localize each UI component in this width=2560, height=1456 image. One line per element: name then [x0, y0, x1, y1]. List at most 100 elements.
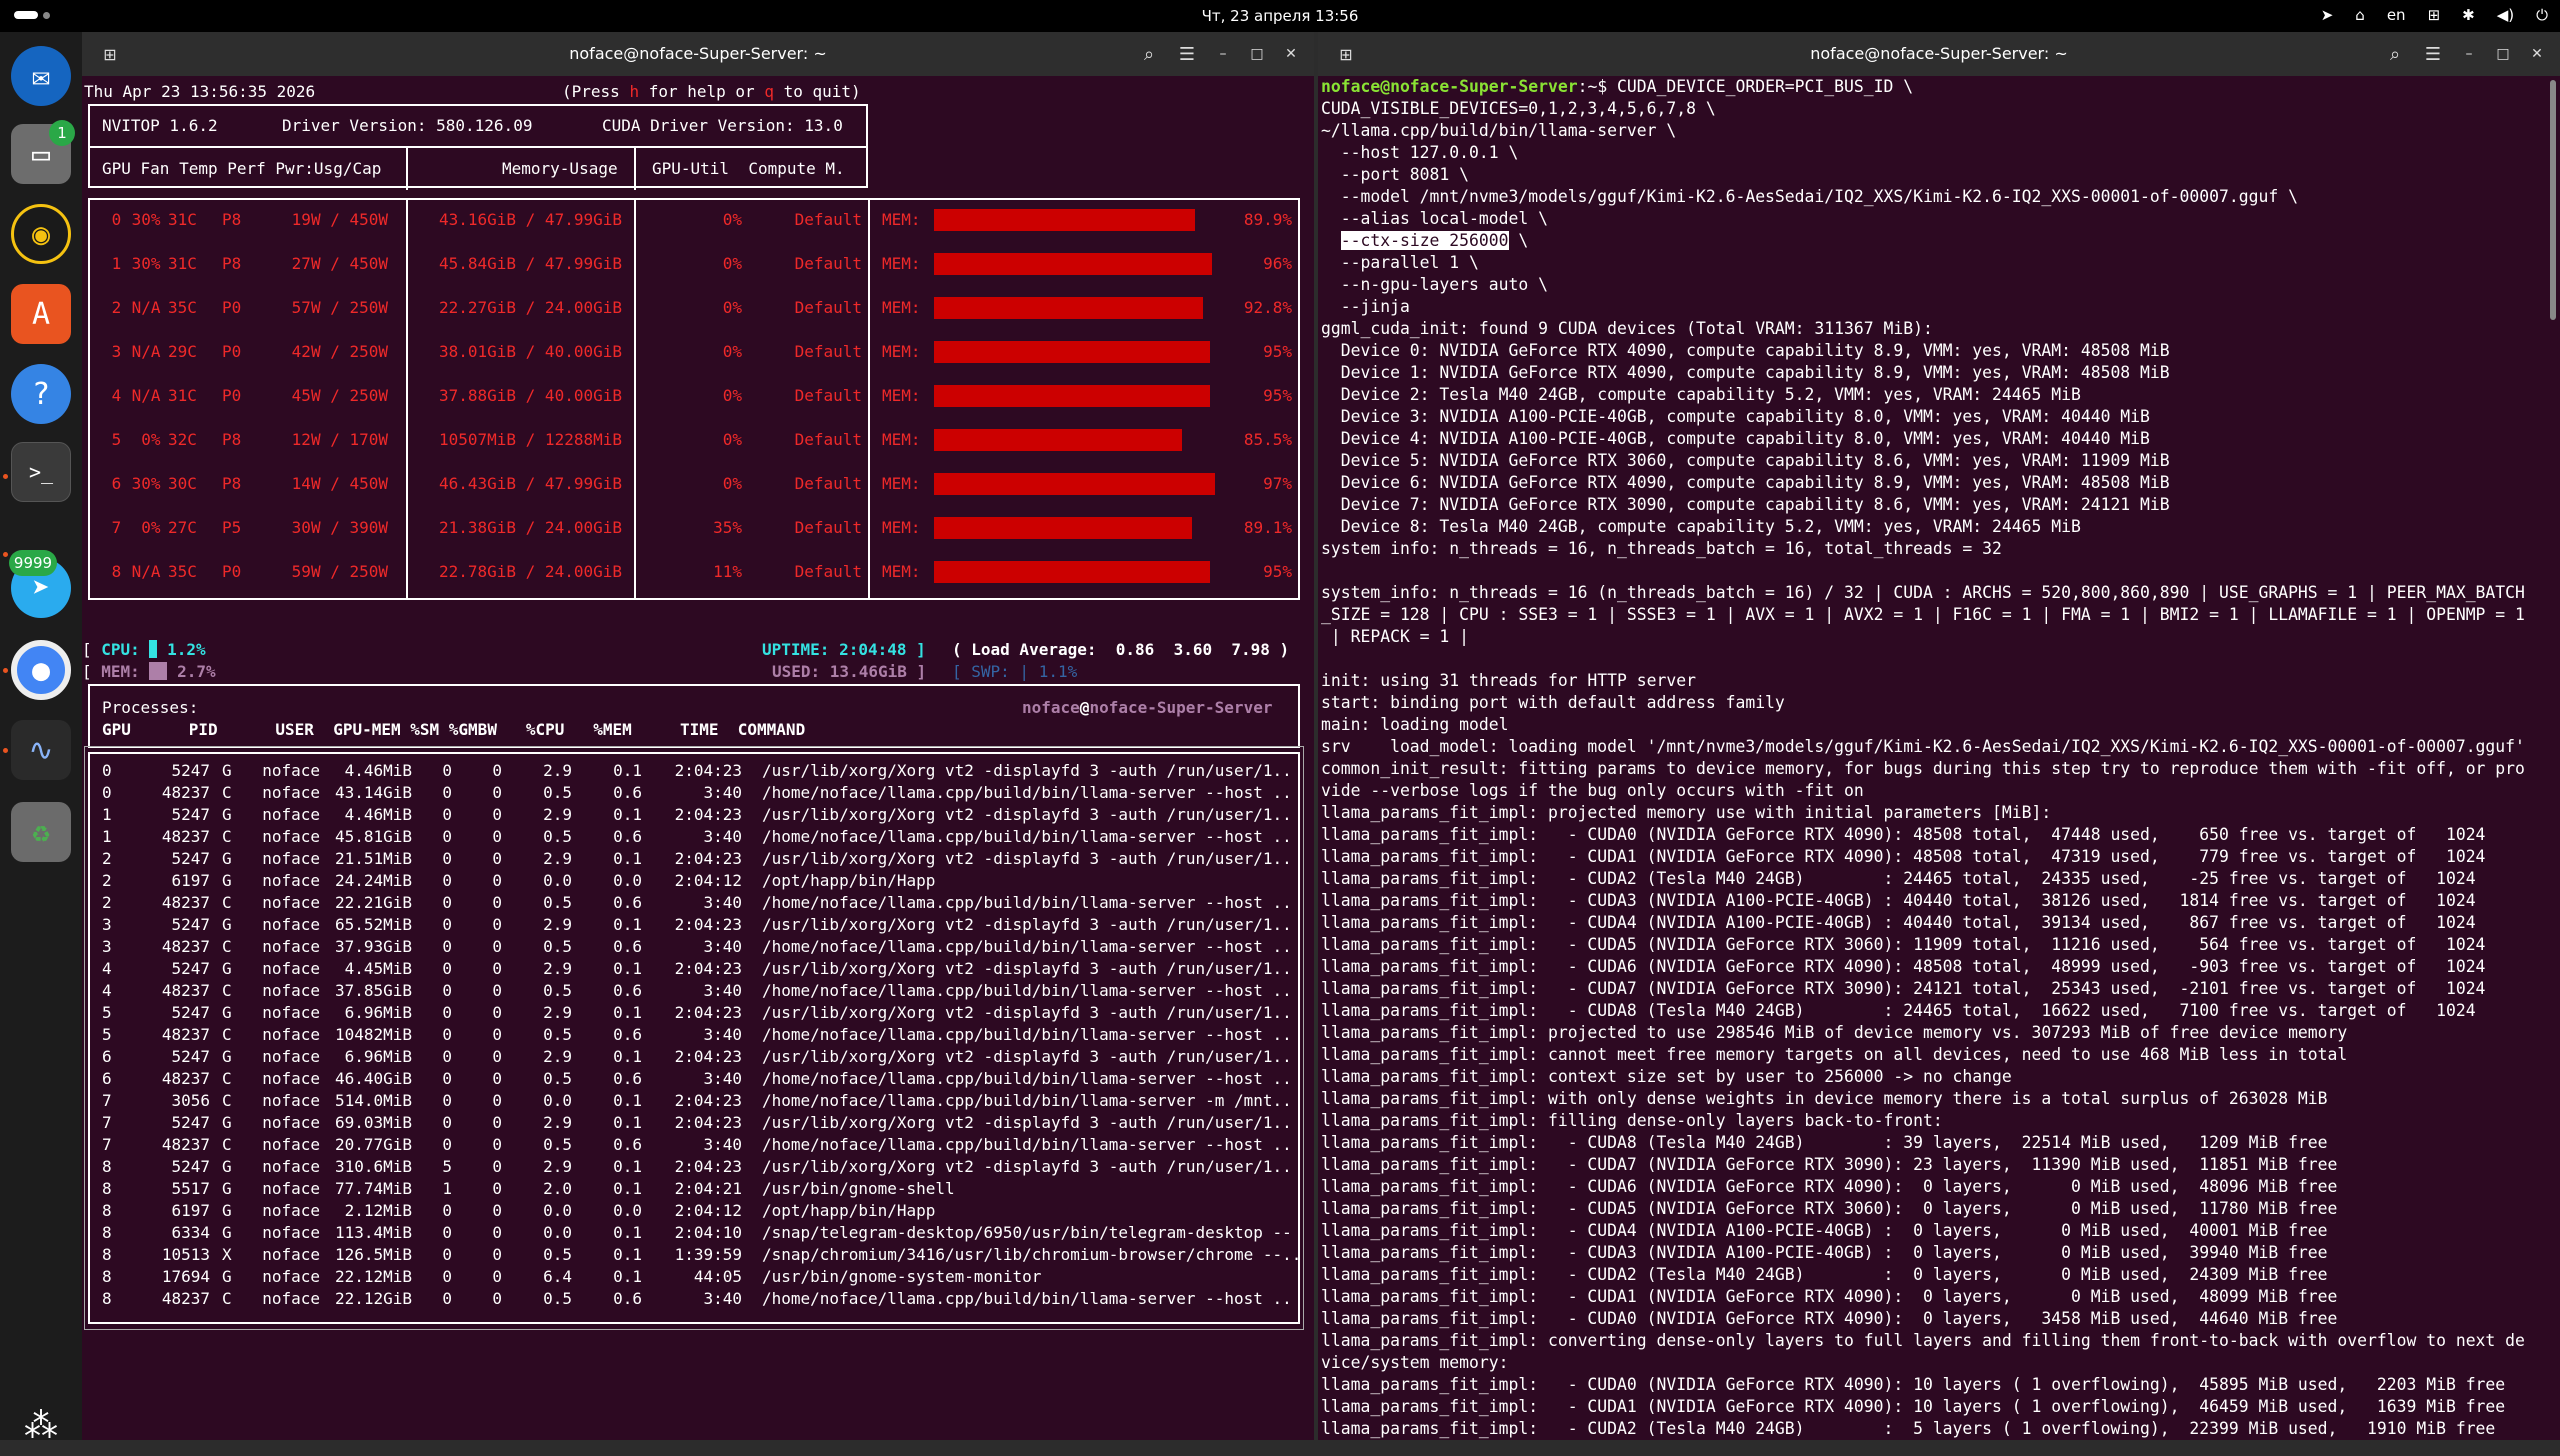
- process-row[interactable]: 1 5247 Gnoface 4.46MiB 0 0 2.9 0.1 2:04:23/usr/l…: [82, 804, 1314, 826]
- process-row[interactable]: 8 6334 Gnoface 113.4MiB 0 0 0.0 0.1 2:04:10/snap…: [82, 1222, 1314, 1244]
- close-icon[interactable]: ✕: [2524, 41, 2550, 67]
- process-row[interactable]: 8 6197 Gnoface 2.12MiB 0 0 0.0 0.0 2:04:12/opt/h…: [82, 1200, 1314, 1222]
- terminal-icon[interactable]: >_: [11, 442, 71, 502]
- menu-icon[interactable]: ☰: [1172, 39, 1202, 69]
- process-row[interactable]: 6 5247 Gnoface 6.96MiB 0 0 2.9 0.1 2:04:23/usr/l…: [82, 1046, 1314, 1068]
- maximize-icon[interactable]: □: [2490, 41, 2516, 67]
- power-icon[interactable]: ⏻: [2536, 6, 2548, 24]
- proc-gpu: 3: [102, 915, 112, 934]
- files-icon[interactable]: ▭ 1: [11, 120, 75, 184]
- network-tray-icon[interactable]: ⌂: [2355, 6, 2365, 24]
- memory-percent: 95%: [1263, 342, 1292, 361]
- process-row[interactable]: 3 48237 Cnoface 37.93GiB 0 0 0.5 0.6 3:40/home/n…: [82, 936, 1314, 958]
- gpu-memory-usage: 38.01GiB / 40.00GiB: [438, 342, 622, 361]
- proc-mem: 0.6: [613, 1025, 642, 1044]
- output-line: llama_params_fit_impl: - CUDA6 (NVIDIA G…: [1321, 957, 2486, 976]
- process-row[interactable]: 7 48237 Cnoface 20.77GiB 0 0 0.5 0.6 3:40/home/n…: [82, 1134, 1314, 1156]
- process-row[interactable]: 1 48237 Cnoface 45.81GiB 0 0 0.5 0.6 3:40/home/n…: [82, 826, 1314, 848]
- output-line: --n-gpu-layers auto \: [1321, 275, 1548, 294]
- proc-gpu: 7: [102, 1113, 112, 1132]
- terminal-output[interactable]: noface@noface-Super-Server:~$ CUDA_DEVIC…: [1321, 76, 2551, 1440]
- process-row[interactable]: 7 5247 Gnoface 69.03MiB 0 0 2.9 0.1 2:04:23/usr/…: [82, 1112, 1314, 1134]
- process-row[interactable]: 8 17694 Gnoface 22.12MiB 0 0 6.4 0.1 44:05/usr/b…: [82, 1266, 1314, 1288]
- proc-gpu-mem: 113.4MiB: [334, 1223, 412, 1242]
- process-row[interactable]: 7 3056 Cnoface 514.0MiB 0 0 0.0 0.1 2:04:23/home…: [82, 1090, 1314, 1112]
- gpu-row[interactable]: 1 30% 31C P8 27W / 450W 45.84GiB / 47.99GiB 0…: [82, 242, 1314, 286]
- process-row[interactable]: 8 48237 Cnoface 22.12GiB 0 0 0.5 0.6 3:40/home/n…: [82, 1288, 1314, 1310]
- gpu-util: 0%: [722, 474, 742, 493]
- process-row[interactable]: 0 5247 Gnoface 4.46MiB 0 0 2.9 0.1 2:04:23/usr/l…: [82, 760, 1314, 782]
- proc-mem: 0.1: [613, 1047, 642, 1066]
- proc-command: /usr/lib/xorg/Xorg vt2 -displayfd 3 -aut…: [762, 1157, 1292, 1176]
- terminal-window-nvitop[interactable]: ⊞ noface@noface-Super-Server: ~ ⌕ ☰ – □ …: [82, 32, 1314, 1440]
- process-row[interactable]: 2 6197 Gnoface 24.24MiB 0 0 0.0 0.0 2:04:12/opt/…: [82, 870, 1314, 892]
- gpu-row[interactable]: 2 N/A 35C P0 57W / 250W 22.27GiB / 24.00GiB 0…: [82, 286, 1314, 330]
- process-row[interactable]: 2 5247 Gnoface 21.51MiB 0 0 2.9 0.1 2:04:23/usr/…: [82, 848, 1314, 870]
- trash-icon[interactable]: ♻: [11, 802, 71, 862]
- app-center-icon[interactable]: A: [11, 284, 71, 344]
- process-row[interactable]: 5 5247 Gnoface 6.96MiB 0 0 2.9 0.1 2:04:23/usr/l…: [82, 1002, 1314, 1024]
- process-row[interactable]: 8 5517 Gnoface 77.74MiB 1 0 2.0 0.1 2:04:21/usr/…: [82, 1178, 1314, 1200]
- process-row[interactable]: 0 48237 Cnoface 43.14GiB 0 0 0.5 0.6 3:40/home/n…: [82, 782, 1314, 804]
- proc-pid: 48237: [161, 783, 210, 802]
- menu-icon[interactable]: ☰: [2418, 39, 2448, 69]
- gpu-row[interactable]: 8 N/A 35C P0 59W / 250W 22.78GiB / 24.00GiB 1…: [82, 550, 1314, 594]
- network-icon[interactable]: ⊞: [2428, 6, 2441, 24]
- process-row[interactable]: 2 48237 Cnoface 22.21GiB 0 0 0.5 0.6 3:40/home/n…: [82, 892, 1314, 914]
- telegram-icon[interactable]: ➤ 9999: [9, 550, 71, 618]
- help-icon[interactable]: ?: [11, 364, 71, 424]
- gpu-row[interactable]: 7 0% 27C P5 30W / 390W 21.38GiB / 24.00GiB 35…: [82, 506, 1314, 550]
- close-icon[interactable]: ✕: [1278, 41, 1304, 67]
- title-bar[interactable]: ⊞ noface@noface-Super-Server: ~ ⌕ ☰ – □ …: [1318, 32, 2560, 76]
- gpu-row[interactable]: 5 0% 32C P8 12W / 170W 10507MiB / 12288MiB 0%…: [82, 418, 1314, 462]
- gpu-row[interactable]: 4 N/A 31C P0 45W / 250W 37.88GiB / 40.00GiB 0…: [82, 374, 1314, 418]
- mem-label: MEM:: [882, 562, 921, 581]
- system-tray[interactable]: ➤ ⌂ en ⊞ ✱ ◀) ⏻: [2321, 6, 2548, 24]
- maximize-icon[interactable]: □: [1244, 41, 1270, 67]
- thunderbird-icon[interactable]: ✉: [11, 46, 71, 106]
- output-line: Device 7: NVIDIA GeForce RTX 3090, compu…: [1321, 495, 2170, 514]
- clock[interactable]: Чт, 23 апреля 13:56: [0, 7, 2560, 25]
- output-line: llama_params_fit_impl: - CUDA4 (NVIDIA A…: [1321, 913, 2476, 932]
- gpu-row[interactable]: 0 30% 31C P8 19W / 450W 43.16GiB / 47.99GiB 0…: [82, 198, 1314, 242]
- proc-pid: 48237: [161, 1135, 210, 1154]
- minimize-icon[interactable]: –: [1210, 41, 1236, 67]
- proc-mem: 0.6: [613, 1135, 642, 1154]
- proc-sm: 0: [442, 1245, 452, 1264]
- chromium-icon[interactable]: ●: [11, 640, 71, 700]
- terminal-window-llama-server[interactable]: ⊞ noface@noface-Super-Server: ~ ⌕ ☰ – □ …: [1318, 32, 2560, 1440]
- system-monitor-icon[interactable]: ∿: [11, 720, 71, 780]
- process-row[interactable]: 6 48237 Cnoface 46.40GiB 0 0 0.5 0.6 3:40/home/n…: [82, 1068, 1314, 1090]
- nvitop-output[interactable]: Thu Apr 23 13:56:35 2026 (Press h for he…: [82, 76, 1314, 1440]
- process-row[interactable]: 4 48237 Cnoface 37.85GiB 0 0 0.5 0.6 3:40/home/n…: [82, 980, 1314, 1002]
- bluetooth-icon[interactable]: ✱: [2462, 6, 2475, 24]
- gpu-compute-mode: Default: [794, 474, 862, 493]
- search-icon[interactable]: ⌕: [2380, 39, 2410, 69]
- proc-gpu-mem: 69.03MiB: [334, 1113, 412, 1132]
- minimize-icon[interactable]: –: [2456, 41, 2482, 67]
- volume-icon[interactable]: ◀): [2497, 6, 2514, 24]
- search-icon[interactable]: ⌕: [1134, 39, 1164, 69]
- proc-user: noface: [262, 1179, 320, 1198]
- proc-sm: 0: [442, 937, 452, 956]
- title-bar[interactable]: ⊞ noface@noface-Super-Server: ~ ⌕ ☰ – □ …: [82, 32, 1314, 76]
- show-apps-icon[interactable]: ⁂: [11, 1396, 71, 1456]
- process-row[interactable]: 5 48237 Cnoface 10482MiB 0 0 0.5 0.6 3:40/home/n…: [82, 1024, 1314, 1046]
- proc-pid: 48237: [161, 893, 210, 912]
- output-line: llama_params_fit_impl: - CUDA1 (NVIDIA G…: [1321, 847, 2486, 866]
- process-row[interactable]: 4 5247 Gnoface 4.45MiB 0 0 2.9 0.1 2:04:23/usr/l…: [82, 958, 1314, 980]
- proc-time: 3:40: [703, 783, 742, 802]
- proc-command: /home/noface/llama.cpp/build/bin/llama-s…: [762, 981, 1292, 1000]
- proc-user: noface: [262, 1047, 320, 1066]
- gpu-row[interactable]: 6 30% 30C P8 14W / 450W 46.43GiB / 47.99GiB 0…: [82, 462, 1314, 506]
- process-row[interactable]: 8 5247 Gnoface 310.6MiB 5 0 2.9 0.1 2:04:23/usr/…: [82, 1156, 1314, 1178]
- process-row[interactable]: 8 10513 Xnoface 126.5MiB 0 0 0.5 0.1 1:39:59/sna…: [82, 1244, 1314, 1266]
- gpu-row[interactable]: 3 N/A 29C P0 42W / 250W 38.01GiB / 40.00GiB 0…: [82, 330, 1314, 374]
- rhythmbox-icon[interactable]: ◉: [11, 204, 71, 264]
- process-row[interactable]: 3 5247 Gnoface 65.52MiB 0 0 2.9 0.1 2:04:23/usr/…: [82, 914, 1314, 936]
- telegram-tray-icon[interactable]: ➤: [2321, 6, 2334, 24]
- proc-cpu: 0.5: [543, 1245, 572, 1264]
- language-indicator[interactable]: en: [2387, 6, 2406, 24]
- output-line: --model /mnt/nvme3/models/gguf/Kimi-K2.6…: [1321, 187, 2298, 206]
- scrollbar[interactable]: [2550, 80, 2556, 320]
